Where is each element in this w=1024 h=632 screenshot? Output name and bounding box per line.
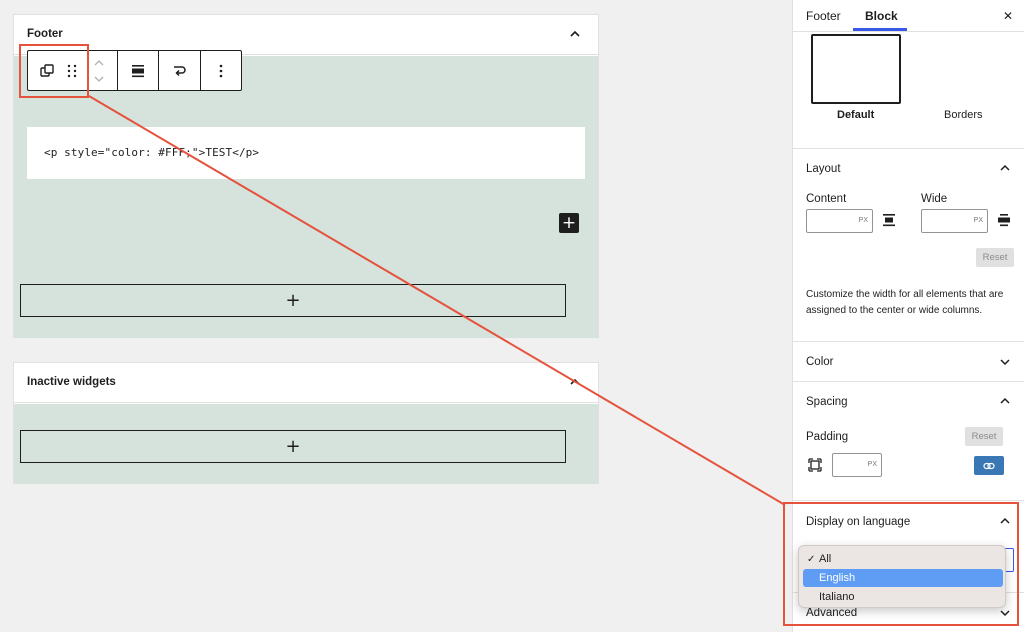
annotation-arrow — [88, 95, 786, 506]
